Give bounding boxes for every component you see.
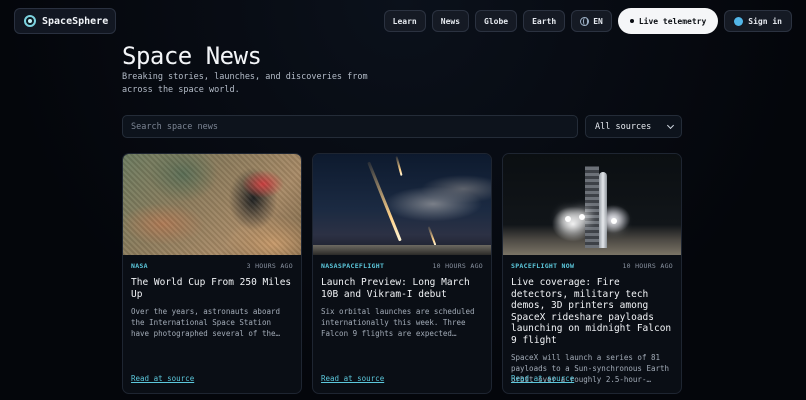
image-texture <box>123 154 301 255</box>
language-button[interactable]: EN <box>571 10 612 32</box>
nav-actions: Learn News Globe Earth EN Live telemetry… <box>383 8 792 34</box>
nav-globe[interactable]: Globe <box>475 10 518 32</box>
launch-site-ground <box>313 245 491 255</box>
article-image[interactable] <box>313 154 491 255</box>
article-time: 3 HOURS AGO <box>246 262 293 270</box>
planet-logo-icon <box>24 15 36 27</box>
rocket-trail-graphic <box>367 161 402 242</box>
rocket-trail-graphic <box>395 156 403 176</box>
sign-in-label: Sign in <box>748 16 782 26</box>
sign-in-button[interactable]: Sign in <box>724 10 792 32</box>
nav-learn[interactable]: Learn <box>383 10 426 32</box>
card-body: NASA 3 HOURS AGO The World Cup From 250 … <box>131 262 293 385</box>
news-card[interactable]: NASASPACEFLIGHT 10 HOURS AGO Launch Prev… <box>312 153 492 394</box>
rocket-trail-graphic <box>427 226 437 246</box>
search-input[interactable] <box>122 115 578 138</box>
article-source: NASA <box>131 262 148 270</box>
telemetry-label: Live telemetry <box>638 16 707 26</box>
rocket-graphic <box>599 172 607 248</box>
article-source: NASASPACEFLIGHT <box>321 262 385 270</box>
card-meta: NASA 3 HOURS AGO <box>131 262 293 270</box>
source-filter-select[interactable]: All sources <box>585 115 682 138</box>
nav-earth[interactable]: Earth <box>523 10 566 32</box>
article-title[interactable]: Live coverage: Fire detectors, military … <box>511 277 673 346</box>
page: SpaceSphere Learn News Globe Earth EN Li… <box>0 0 806 400</box>
page-title: Space News <box>122 42 262 70</box>
page-subtitle: Breaking stories, launches, and discover… <box>122 72 368 95</box>
floodlight-graphic <box>579 214 585 220</box>
live-telemetry-button[interactable]: Live telemetry <box>617 8 719 34</box>
nav-news[interactable]: News <box>431 10 470 32</box>
card-meta: NASASPACEFLIGHT 10 HOURS AGO <box>321 262 483 270</box>
user-avatar-icon <box>734 16 744 26</box>
card-meta: SPACEFLIGHT NOW 10 HOURS AGO <box>511 262 673 270</box>
brand-name: SpaceSphere <box>42 15 109 27</box>
article-source: SPACEFLIGHT NOW <box>511 262 575 270</box>
live-dot-icon <box>629 19 634 23</box>
read-at-source-link[interactable]: Read at source <box>511 374 574 383</box>
chevron-down-icon <box>666 121 675 130</box>
floodlight-graphic <box>611 218 617 224</box>
news-card[interactable]: SPACEFLIGHT NOW 10 HOURS AGO Live covera… <box>502 153 682 394</box>
launch-tower-graphic <box>585 166 599 248</box>
language-label: EN <box>593 16 603 26</box>
read-at-source-link[interactable]: Read at source <box>131 374 194 383</box>
globe-icon <box>580 16 590 26</box>
top-nav: SpaceSphere Learn News Globe Earth EN Li… <box>14 8 792 36</box>
article-image[interactable] <box>503 154 681 255</box>
card-body: NASASPACEFLIGHT 10 HOURS AGO Launch Prev… <box>321 262 483 385</box>
article-time: 10 HOURS AGO <box>432 262 483 270</box>
floodlight-graphic <box>565 216 571 222</box>
news-card[interactable]: NASA 3 HOURS AGO The World Cup From 250 … <box>122 153 302 394</box>
article-description: Over the years, astronauts aboard the In… <box>131 307 281 338</box>
article-title[interactable]: Launch Preview: Long March 10B and Vikra… <box>321 277 483 300</box>
article-description: Six orbital launches are scheduled inter… <box>321 307 475 338</box>
card-body: SPACEFLIGHT NOW 10 HOURS AGO Live covera… <box>511 262 673 385</box>
article-time: 10 HOURS AGO <box>622 262 673 270</box>
article-title[interactable]: The World Cup From 250 Miles Up <box>131 277 293 300</box>
source-filter-value: All sources <box>595 121 652 132</box>
article-image[interactable] <box>123 154 301 255</box>
brand-logo-button[interactable]: SpaceSphere <box>14 8 116 34</box>
read-at-source-link[interactable]: Read at source <box>321 374 384 383</box>
